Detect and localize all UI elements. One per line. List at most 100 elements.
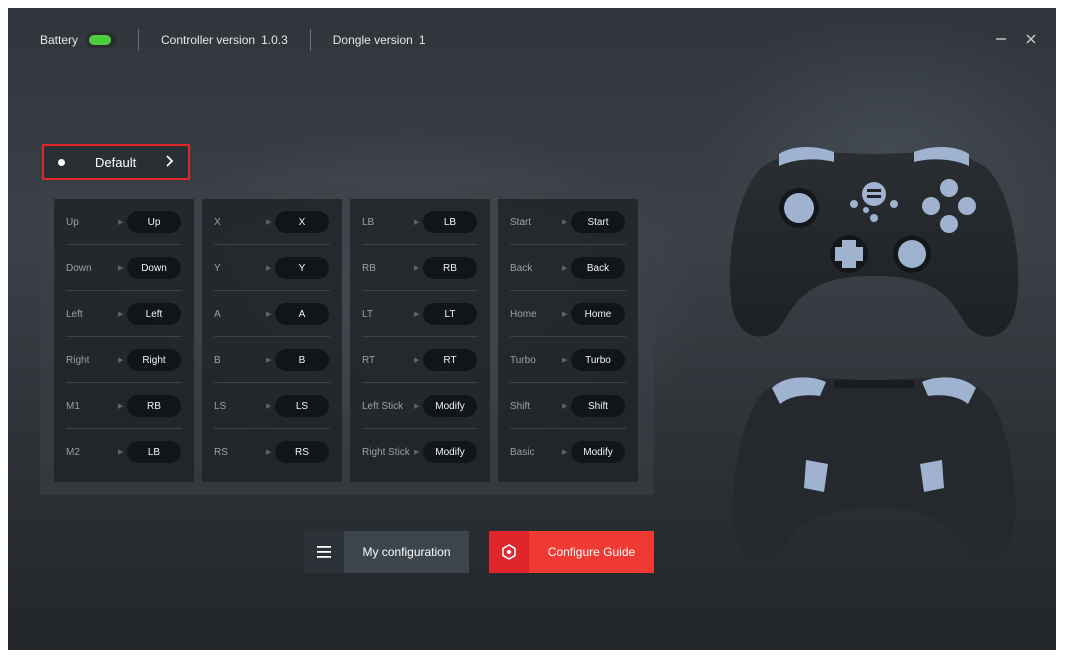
chevron-right-icon — [165, 154, 174, 170]
mapped-value-button[interactable]: RB — [127, 395, 181, 417]
mapped-value-button[interactable]: Left — [127, 303, 181, 325]
mapped-value-button[interactable]: RB — [423, 257, 477, 279]
input-label: Back — [510, 262, 533, 274]
arrow-right-icon: ▶ — [266, 403, 272, 410]
mapped-value-button[interactable]: X — [275, 211, 329, 233]
my-configuration-button[interactable]: My configuration — [304, 531, 469, 573]
arrow-right-icon: ▶ — [562, 449, 568, 456]
mapping-row: Up ▶ Up — [54, 199, 194, 245]
mapped-value-button[interactable]: LT — [423, 303, 477, 325]
input-label: Right Stick — [362, 446, 410, 458]
battery-level-fill — [89, 35, 112, 45]
arrow-right-icon: ▶ — [266, 449, 272, 456]
mapped-value-button[interactable]: Modify — [571, 441, 625, 463]
mapping-row: RB ▶ RB — [350, 245, 490, 291]
input-label: M2 — [66, 446, 80, 458]
arrow-right-icon: ▶ — [118, 265, 124, 272]
configure-guide-button[interactable]: Configure Guide — [489, 531, 654, 573]
mapping-row: B ▶ B — [202, 337, 342, 383]
mapped-value-button[interactable]: LB — [127, 441, 181, 463]
input-label: A — [214, 308, 221, 320]
mapped-value-button[interactable]: Modify — [423, 395, 477, 417]
mapped-value-button[interactable]: Down — [127, 257, 181, 279]
mapping-column: X ▶ X Y ▶ Y A ▶ A B ▶ B LS ▶ LS RS ▶ RS — [202, 199, 342, 482]
arrow-right-icon: ▶ — [414, 357, 420, 364]
input-label: X — [214, 216, 221, 228]
input-label: Up — [66, 216, 79, 228]
window-controls — [994, 30, 1038, 48]
mapping-row: Shift ▶ Shift — [498, 383, 638, 429]
input-label: LS — [214, 400, 227, 412]
controller-back-illustration — [732, 377, 1016, 559]
button-mapping-panel: Up ▶ Up Down ▶ Down Left ▶ Left Right ▶ Right M1 ▶ RB M… — [40, 185, 654, 495]
input-label: RB — [362, 262, 376, 274]
mapping-row: RS ▶ RS — [202, 429, 342, 475]
input-label: RS — [214, 446, 228, 458]
mapped-value-button[interactable]: Modify — [423, 441, 477, 463]
arrow-right-icon: ▶ — [118, 219, 124, 226]
dongle-version-value: 1 — [418, 33, 426, 47]
profile-selector[interactable]: Default — [42, 144, 190, 180]
mapped-value-button[interactable]: B — [275, 349, 329, 371]
mapped-value-button[interactable]: Back — [571, 257, 625, 279]
input-label: Y — [214, 262, 221, 274]
profile-name: Default — [95, 154, 137, 170]
mapping-row: Home ▶ Home — [498, 291, 638, 337]
input-label: B — [214, 354, 221, 366]
target-icon — [489, 531, 529, 573]
menu-icon — [304, 531, 344, 573]
mapping-row: Down ▶ Down — [54, 245, 194, 291]
mapped-value-button[interactable]: Turbo — [571, 349, 625, 371]
mapped-value-button[interactable]: RS — [275, 441, 329, 463]
arrow-right-icon: ▶ — [266, 265, 272, 272]
mapped-value-button[interactable]: LB — [423, 211, 477, 233]
mapping-row: M1 ▶ RB — [54, 383, 194, 429]
arrow-right-icon: ▶ — [414, 311, 420, 318]
mapped-value-button[interactable]: Up — [127, 211, 181, 233]
input-label: Left — [66, 308, 83, 320]
mapped-value-button[interactable]: Shift — [571, 395, 625, 417]
arrow-right-icon: ▶ — [562, 219, 568, 226]
arrow-right-icon: ▶ — [118, 449, 124, 456]
mapping-row: Basic ▶ Modify — [498, 429, 638, 475]
arrow-right-icon: ▶ — [266, 219, 272, 226]
arrow-right-icon: ▶ — [414, 219, 420, 226]
input-label: LT — [362, 308, 373, 320]
title-bar: Battery Controller version 1.0.3 Dongle … — [8, 8, 1056, 72]
mapping-row: A ▶ A — [202, 291, 342, 337]
controller-front-illustration — [729, 147, 1019, 337]
minimize-icon[interactable] — [994, 30, 1008, 48]
active-dot-icon — [58, 158, 65, 166]
mapped-value-button[interactable]: Y — [275, 257, 329, 279]
mapping-row: LT ▶ LT — [350, 291, 490, 337]
mapping-row: X ▶ X — [202, 199, 342, 245]
mapped-value-button[interactable]: Home — [571, 303, 625, 325]
battery-status: Battery — [8, 29, 117, 51]
dongle-version-label: Dongle version — [332, 33, 413, 47]
mapping-row: Turbo ▶ Turbo — [498, 337, 638, 383]
mapping-row: Left Stick ▶ Modify — [350, 383, 490, 429]
arrow-right-icon: ▶ — [118, 357, 124, 364]
mapping-row: Back ▶ Back — [498, 245, 638, 291]
mapped-value-button[interactable]: LS — [275, 395, 329, 417]
arrow-right-icon: ▶ — [414, 449, 420, 456]
input-label: Shift — [510, 400, 531, 412]
mapped-value-button[interactable]: Right — [127, 349, 181, 371]
mapping-row: Right Stick ▶ Modify — [350, 429, 490, 475]
close-icon[interactable] — [1024, 30, 1038, 48]
arrow-right-icon: ▶ — [266, 357, 272, 364]
battery-icon — [86, 32, 117, 48]
mapping-row: LS ▶ LS — [202, 383, 342, 429]
arrow-right-icon: ▶ — [118, 311, 124, 318]
input-label: RT — [362, 354, 376, 366]
arrow-right-icon: ▶ — [562, 403, 568, 410]
input-label: Right — [66, 354, 90, 366]
mapped-value-button[interactable]: RT — [423, 349, 477, 371]
mapping-row: Start ▶ Start — [498, 199, 638, 245]
mapped-value-button[interactable]: Start — [571, 211, 625, 233]
mapped-value-button[interactable]: A — [275, 303, 329, 325]
input-label: Start — [510, 216, 532, 228]
arrow-right-icon: ▶ — [414, 265, 420, 272]
mapping-column: Up ▶ Up Down ▶ Down Left ▶ Left Right ▶ Right M1 ▶ RB M… — [54, 199, 194, 482]
input-label: LB — [362, 216, 375, 228]
